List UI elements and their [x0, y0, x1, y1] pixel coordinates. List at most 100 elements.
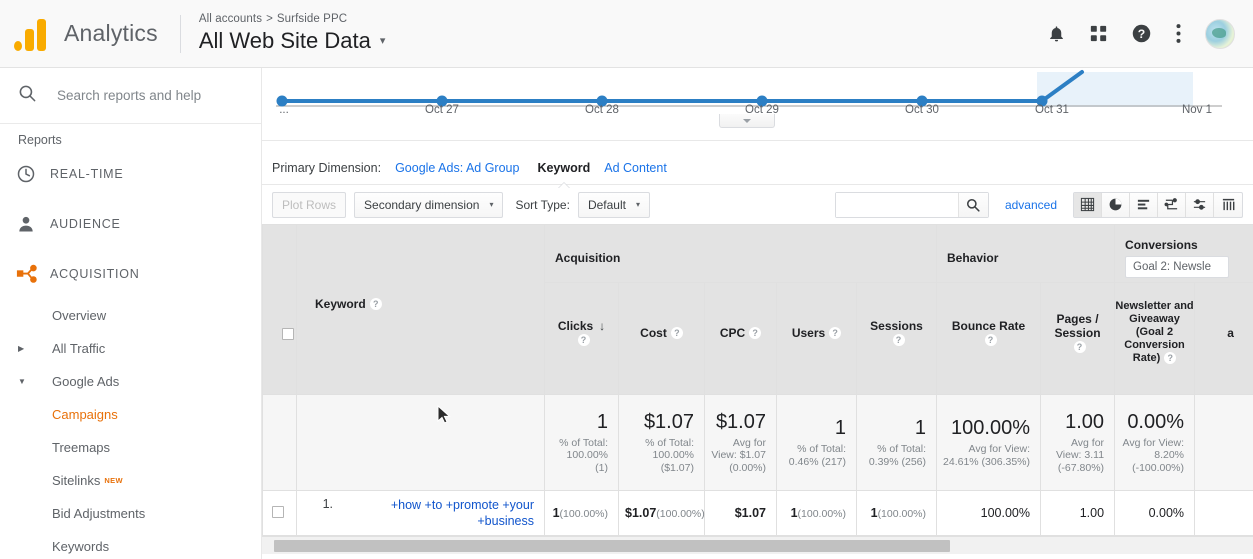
help-icon[interactable]: ?: [577, 334, 590, 347]
advanced-link[interactable]: advanced: [1005, 198, 1057, 212]
help-icon[interactable]: ?: [984, 334, 997, 347]
timeline-chart[interactable]: ... Oct 27 Oct 28 Oct 29 Oct 30 Oct 31 N…: [262, 68, 1253, 141]
sidebar-item-google-ads[interactable]: ▼ Google Ads: [0, 365, 261, 398]
sidebar-item-sitelinks[interactable]: Sitelinks NEW: [0, 464, 261, 497]
performance-view-icon[interactable]: [1158, 192, 1186, 217]
help-icon[interactable]: ?: [670, 327, 683, 340]
column-header-cost[interactable]: Cost?: [618, 282, 705, 395]
sidebar-item-campaigns[interactable]: Campaigns: [0, 398, 261, 431]
sidebar-item-bid-adjustments[interactable]: Bid Adjustments: [0, 497, 261, 530]
report-table-container[interactable]: Keyword? Acquisition Behavior Conversion…: [262, 224, 1253, 554]
summary-keyword-cell: [296, 394, 545, 491]
sidebar-item-real-time[interactable]: REAL-TIME: [0, 149, 261, 199]
column-header-clicks[interactable]: Clicks ↓ ?: [544, 282, 619, 395]
pie-view-icon[interactable]: [1102, 192, 1130, 217]
column-header-users[interactable]: Users?: [776, 282, 857, 395]
column-header-truncated[interactable]: a: [1194, 282, 1253, 395]
person-icon: [16, 214, 50, 234]
row-sessions: 1(100.00%): [855, 490, 938, 536]
summary-subnote: Avg for View: 8.20% (-100.00%): [1122, 436, 1185, 474]
column-label: Newsletter and Giveaway (Goal 2 Conversi…: [1115, 300, 1194, 364]
help-icon[interactable]: ?: [829, 327, 842, 340]
column-header-keyword[interactable]: Keyword?: [296, 224, 545, 395]
sort-desc-icon[interactable]: ↓: [599, 319, 605, 333]
sort-type-value: Default: [587, 197, 626, 212]
primary-dimension-ad-content[interactable]: Ad Content: [604, 161, 667, 175]
row-index: 1.: [322, 497, 333, 511]
sidebar-item-label: REAL-TIME: [50, 167, 124, 181]
scrollbar-thumb[interactable]: [274, 540, 950, 552]
sort-type-select[interactable]: Default ▾: [577, 191, 650, 218]
sidebar-item-label: AUDIENCE: [50, 217, 121, 231]
search-input[interactable]: [55, 87, 255, 104]
x-tick-label: Oct 30: [905, 104, 939, 116]
column-header-sessions[interactable]: Sessions ?: [855, 282, 938, 395]
sidebar-item-acquisition[interactable]: ACQUISITION: [0, 249, 261, 299]
secondary-dimension-button[interactable]: Secondary dimension ▾: [354, 191, 504, 218]
sidebar-item-label: Sitelinks: [52, 473, 101, 488]
chart-collapse-button[interactable]: [719, 114, 775, 128]
percent-bar-view-icon[interactable]: [1130, 192, 1158, 217]
account-selector[interactable]: All accounts > Surfside PPC All Web Site D…: [199, 12, 386, 55]
help-icon[interactable]: ?: [749, 327, 762, 340]
bell-icon[interactable]: [1047, 24, 1066, 43]
table-view-icon[interactable]: [1074, 192, 1102, 217]
row-sessions-pct: (100.00%): [877, 508, 927, 520]
summary-clicks: 1 % of Total: 100.00% (1): [544, 394, 619, 491]
breadcrumb-root[interactable]: All accounts: [199, 13, 262, 25]
row-keyword-cell[interactable]: 1. +how +to +promote +your +business: [296, 490, 545, 536]
summary-subnote: % of Total: 100.00% ($1.07): [645, 436, 694, 474]
help-icon[interactable]: ?: [1131, 23, 1152, 44]
svg-text:?: ?: [1138, 27, 1145, 41]
avatar[interactable]: [1205, 18, 1235, 49]
row-users: 1(100.00%): [776, 490, 857, 536]
apps-grid-icon[interactable]: [1090, 25, 1107, 42]
row-users-pct: (100.00%): [797, 508, 846, 520]
table-row[interactable]: 1. +how +to +promote +your +business 1(1…: [262, 490, 1253, 536]
row-checkbox[interactable]: [271, 505, 284, 518]
column-header-cpc[interactable]: CPC?: [704, 282, 777, 395]
help-icon[interactable]: ?: [892, 334, 905, 347]
column-header-bounce-rate[interactable]: Bounce Rate ?: [936, 282, 1042, 395]
sidebar-item-all-traffic[interactable]: ▶ All Traffic: [0, 332, 261, 365]
breadcrumb-account[interactable]: Surfside PPC: [277, 13, 347, 25]
goal-select[interactable]: Goal 2: Newsle: [1125, 256, 1230, 278]
analytics-logo-icon: [14, 17, 52, 51]
plot-rows-button[interactable]: Plot Rows: [272, 191, 347, 218]
summary-subnote: % of Total: 100.00% (1): [559, 436, 608, 474]
sidebar-item-label: Treemaps: [52, 440, 111, 455]
column-header-pages-session[interactable]: Pages / Session ?: [1040, 282, 1116, 395]
help-icon[interactable]: ?: [1073, 341, 1086, 354]
sidebar-item-keywords[interactable]: Keywords: [0, 530, 261, 559]
chevron-down-icon[interactable]: ▼: [18, 377, 40, 386]
view-title[interactable]: All Web Site Data ▾: [199, 27, 386, 55]
table-search-box[interactable]: [834, 191, 989, 218]
sidebar-item-overview[interactable]: Overview: [0, 299, 261, 332]
more-vert-icon[interactable]: [1176, 24, 1181, 43]
sidebar-search-row[interactable]: [0, 68, 261, 124]
search-submit-button[interactable]: [957, 192, 988, 217]
chevron-right-icon[interactable]: ▶: [18, 344, 40, 353]
column-header-goal2-conversion-rate[interactable]: Newsletter and Giveaway (Goal 2 Conversi…: [1114, 282, 1196, 395]
summary-value: 1: [596, 410, 608, 433]
primary-dimension-ad-group[interactable]: Google Ads: Ad Group: [395, 161, 519, 175]
table-search-input[interactable]: [835, 192, 958, 217]
keyword-link[interactable]: +how +to +promote +your +business: [333, 497, 534, 529]
help-icon[interactable]: ?: [1164, 352, 1177, 365]
row-checkbox-cell[interactable]: [262, 490, 297, 536]
horizontal-scrollbar[interactable]: [262, 536, 1253, 554]
breadcrumb[interactable]: All accounts > Surfside PPC: [199, 12, 386, 27]
chevron-down-icon[interactable]: ▾: [380, 35, 386, 47]
x-tick-label: Oct 31: [1035, 104, 1069, 116]
help-icon[interactable]: ?: [369, 298, 382, 311]
select-all-cell[interactable]: [262, 224, 297, 395]
primary-dimension-keyword[interactable]: Keyword: [537, 161, 590, 175]
select-all-checkbox[interactable]: [282, 327, 294, 340]
sidebar-item-audience[interactable]: AUDIENCE: [0, 199, 261, 249]
primary-dimension-row: Primary Dimension: Google Ads: Ad Group …: [262, 152, 1253, 184]
pivot-view-icon[interactable]: [1214, 193, 1242, 217]
comparison-view-icon[interactable]: [1186, 192, 1214, 217]
top-bar-actions: ?: [1047, 18, 1253, 49]
sidebar-item-treemaps[interactable]: Treemaps: [0, 431, 261, 464]
view-type-group: [1073, 191, 1243, 218]
